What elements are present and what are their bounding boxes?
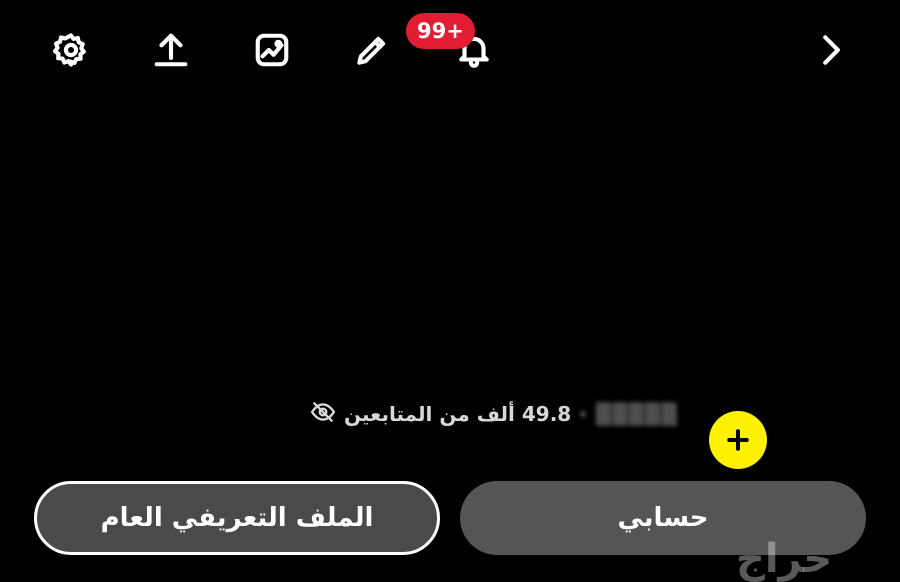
- profile-stats: 49.8 ألف من المتابعين · ▒▒▒▒▒: [310, 397, 678, 431]
- upload-icon: [154, 33, 188, 67]
- eye-off-icon: [310, 399, 336, 430]
- public-profile-button[interactable]: الملف التعريفي العام: [34, 481, 440, 555]
- add-button[interactable]: [709, 411, 767, 469]
- my-account-label: حسابي: [617, 503, 709, 533]
- notifications-badge: 99+: [406, 13, 475, 49]
- watermark: حراج: [736, 536, 833, 582]
- pencil-icon: [357, 36, 386, 65]
- username-scribble: ▒▒▒▒▒: [595, 402, 678, 426]
- username-blurred: ·: [579, 402, 588, 426]
- public-profile-label: الملف التعريفي العام: [100, 503, 374, 533]
- image-button[interactable]: [250, 28, 294, 72]
- chevron-right-icon: [823, 35, 840, 65]
- upload-button[interactable]: [149, 28, 193, 72]
- image-icon: [255, 33, 289, 67]
- edit-button[interactable]: [350, 28, 394, 72]
- gear-icon: [52, 33, 86, 67]
- followers-count: 49.8 ألف من المتابعين: [344, 402, 572, 426]
- plus-icon: [727, 429, 749, 451]
- forward-button[interactable]: [808, 28, 852, 72]
- settings-button[interactable]: [49, 28, 93, 72]
